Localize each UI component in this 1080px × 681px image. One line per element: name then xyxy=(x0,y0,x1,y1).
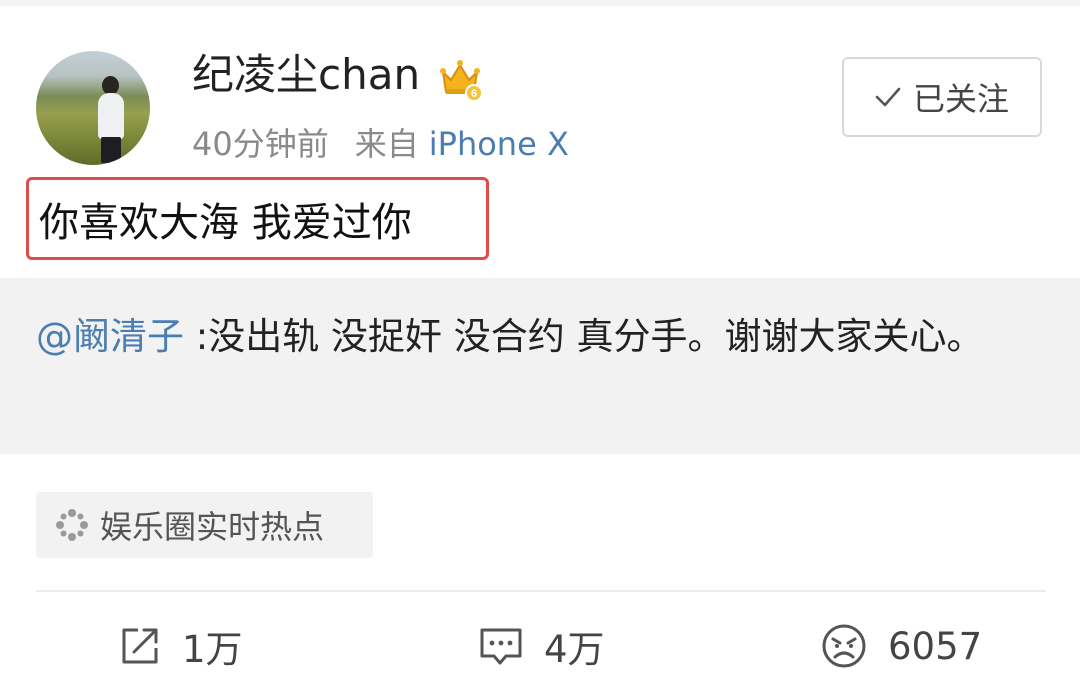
post-source-prefix: 来自 xyxy=(354,125,419,163)
username[interactable]: 纪凌尘chan xyxy=(192,54,420,96)
hot-topic-icon xyxy=(56,509,88,541)
repost-icon xyxy=(122,628,158,664)
vip-crown-icon[interactable]: 6 xyxy=(437,56,483,102)
follow-button[interactable]: 已关注 xyxy=(842,57,1042,137)
repost-button[interactable]: 1万 xyxy=(118,618,243,674)
angry-face-icon xyxy=(822,624,866,668)
follow-button-label: 已关注 xyxy=(912,80,1009,118)
post-meta: 40分钟前 来自 iPhone X xyxy=(192,128,569,160)
avatar-person-legs xyxy=(101,137,121,163)
post-text: 你喜欢大海 我爱过你 xyxy=(26,177,489,260)
avatar-person-body xyxy=(98,93,124,139)
top-divider xyxy=(0,0,1080,6)
member-level-number: 6 xyxy=(471,88,477,100)
topic-label: 娱乐圈实时热点 xyxy=(100,508,325,546)
topic-tag[interactable]: 娱乐圈实时热点 xyxy=(36,492,373,558)
repost-count: 1万 xyxy=(182,628,243,671)
check-icon xyxy=(875,87,901,107)
reposted-content[interactable]: @阚清子 :没出轨 没捉奸 没合约 真分手。谢谢大家关心。 xyxy=(0,278,1080,454)
comment-count: 4万 xyxy=(544,628,605,671)
reaction-count: 6057 xyxy=(888,624,983,668)
reposted-text-body: :没出轨 没捉奸 没合约 真分手。谢谢大家关心。 xyxy=(184,315,984,358)
reposted-text: @阚清子 :没出轨 没捉奸 没合约 真分手。谢谢大家关心。 xyxy=(36,308,1046,365)
post-text-content: 你喜欢大海 我爱过你 xyxy=(39,199,412,246)
comment-icon xyxy=(480,628,522,665)
reaction-button[interactable]: 6057 xyxy=(820,618,982,674)
avatar[interactable] xyxy=(36,51,150,165)
post-source-device[interactable]: iPhone X xyxy=(429,125,569,163)
post-time: 40分钟前 xyxy=(192,125,329,163)
action-divider xyxy=(36,590,1046,592)
mention-link[interactable]: @阚清子 xyxy=(36,315,184,358)
comment-button[interactable]: 4万 xyxy=(478,618,605,674)
